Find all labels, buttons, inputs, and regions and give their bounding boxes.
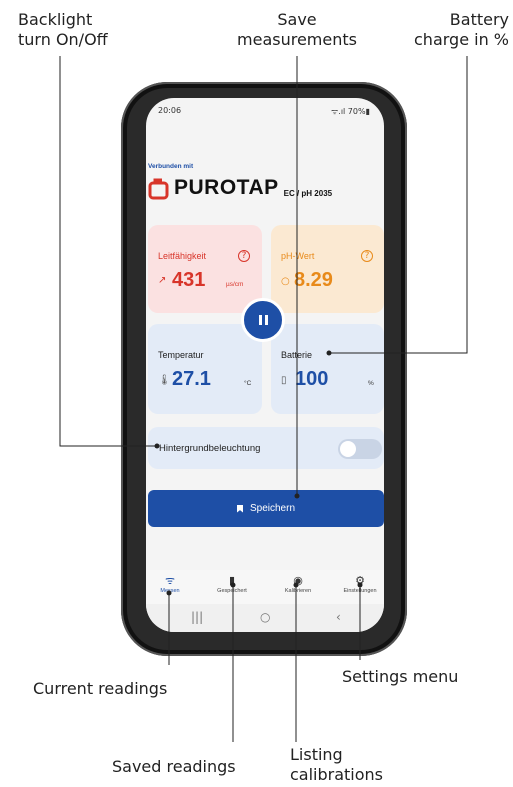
leader-battery	[329, 56, 468, 354]
leader-dot	[294, 493, 300, 499]
leader-dot	[154, 443, 160, 449]
leader-dot	[326, 350, 332, 356]
leader-dot	[166, 590, 172, 596]
callout-leader-lines	[59, 56, 468, 742]
leader-backlight	[59, 56, 157, 447]
leader-dot	[357, 582, 363, 588]
leader-dot	[230, 582, 236, 588]
leader-dot	[293, 582, 299, 588]
